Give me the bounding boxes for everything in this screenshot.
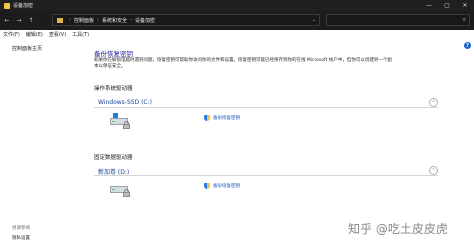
lock-icon bbox=[122, 121, 131, 129]
menu-view[interactable]: 查看(V) bbox=[49, 31, 66, 38]
os-backup-key-link[interactable]: 备份恢复密钥 bbox=[204, 115, 240, 121]
menu-edit[interactable]: 编辑(E) bbox=[26, 31, 43, 38]
back-button[interactable]: ← bbox=[2, 16, 12, 26]
os-drive-section-title: 操作系统驱动器 bbox=[94, 86, 133, 92]
fixed-backup-key-link[interactable]: 备份恢复密钥 bbox=[204, 183, 240, 189]
description-text: 如果你在解锁电脑时遇到问题，恢复密钥可帮助你访问你的文件和设置。恢复密钥可能已经… bbox=[94, 58, 392, 69]
fixed-drive-section-title: 固定数据驱动器 bbox=[94, 155, 133, 161]
title-bar: 设备加密 — ▢ ✕ bbox=[0, 0, 474, 11]
window-title: 设备加密 bbox=[13, 3, 34, 9]
collapse-icon[interactable]: ⌃ bbox=[429, 166, 438, 175]
address-bar: ← → ↑ › 控制面板 › 系统和安全 › 设备加密 ⌄ ⌕ bbox=[0, 11, 474, 30]
folder-icon bbox=[57, 17, 63, 23]
fixed-drive-row[interactable]: 新加卷 (D:) ⌃ bbox=[94, 166, 438, 176]
uac-shield-icon bbox=[204, 115, 210, 121]
search-icon: ⌕ bbox=[462, 16, 466, 23]
menu-bar: 文件(F) 编辑(E) 查看(V) 工具(T) bbox=[0, 30, 474, 39]
watermark-text: 知乎 @吃土皮皮虎 bbox=[348, 222, 448, 236]
lock-icon bbox=[122, 189, 131, 197]
sidebar-privacy-link[interactable]: 隐私设置 bbox=[12, 235, 30, 241]
forward-button[interactable]: → bbox=[14, 16, 24, 26]
maximize-button[interactable]: ▢ bbox=[438, 0, 456, 11]
fixed-backup-key-label[interactable]: 备份恢复密钥 bbox=[213, 183, 240, 189]
up-button[interactable]: ↑ bbox=[26, 16, 36, 26]
breadcrumb[interactable]: › 控制面板 › 系统和安全 › 设备加密 ⌄ bbox=[52, 14, 320, 26]
menu-file[interactable]: 文件(F) bbox=[3, 31, 20, 38]
chevron-down-icon[interactable]: ⌄ bbox=[312, 17, 316, 23]
minimize-button[interactable]: — bbox=[420, 0, 438, 11]
os-drive-name: Windows-SSD (C:) bbox=[98, 99, 152, 106]
os-drive-row[interactable]: Windows-SSD (C:) ⌃ bbox=[94, 98, 438, 108]
sidebar-control-panel-home[interactable]: 控制面板主页 bbox=[12, 45, 42, 52]
page-title: 备份恢复密钥 bbox=[94, 50, 133, 58]
help-icon[interactable]: ? bbox=[464, 42, 471, 49]
menu-tools[interactable]: 工具(T) bbox=[72, 31, 89, 38]
breadcrumb-control-panel[interactable]: 控制面板 bbox=[74, 17, 94, 24]
breadcrumb-system-security[interactable]: 系统和安全 bbox=[102, 17, 127, 24]
main-content: ? 备份恢复密钥 如果你在解锁电脑时遇到问题，恢复密钥可帮助你访问你的文件和设置… bbox=[82, 39, 474, 249]
breadcrumb-device-encryption[interactable]: 设备加密 bbox=[135, 17, 155, 24]
window-controls: — ▢ ✕ bbox=[420, 0, 474, 11]
collapse-icon[interactable]: ⌃ bbox=[429, 98, 438, 107]
breadcrumb-separator-icon: › bbox=[97, 17, 100, 23]
breadcrumb-separator-icon: › bbox=[130, 17, 133, 23]
fixed-drive-name: 新加卷 (D:) bbox=[98, 169, 130, 176]
close-button[interactable]: ✕ bbox=[456, 0, 474, 11]
os-backup-key-label[interactable]: 备份恢复密钥 bbox=[213, 115, 240, 121]
search-input[interactable]: ⌕ bbox=[326, 14, 470, 26]
sidebar: 控制面板主页 另请参阅 隐私设置 bbox=[0, 39, 82, 249]
breadcrumb-separator-icon: › bbox=[69, 17, 71, 23]
bitlocker-app-icon bbox=[4, 2, 10, 9]
sidebar-see-also-label: 另请参阅 bbox=[12, 226, 30, 231]
uac-shield-icon bbox=[204, 183, 210, 189]
